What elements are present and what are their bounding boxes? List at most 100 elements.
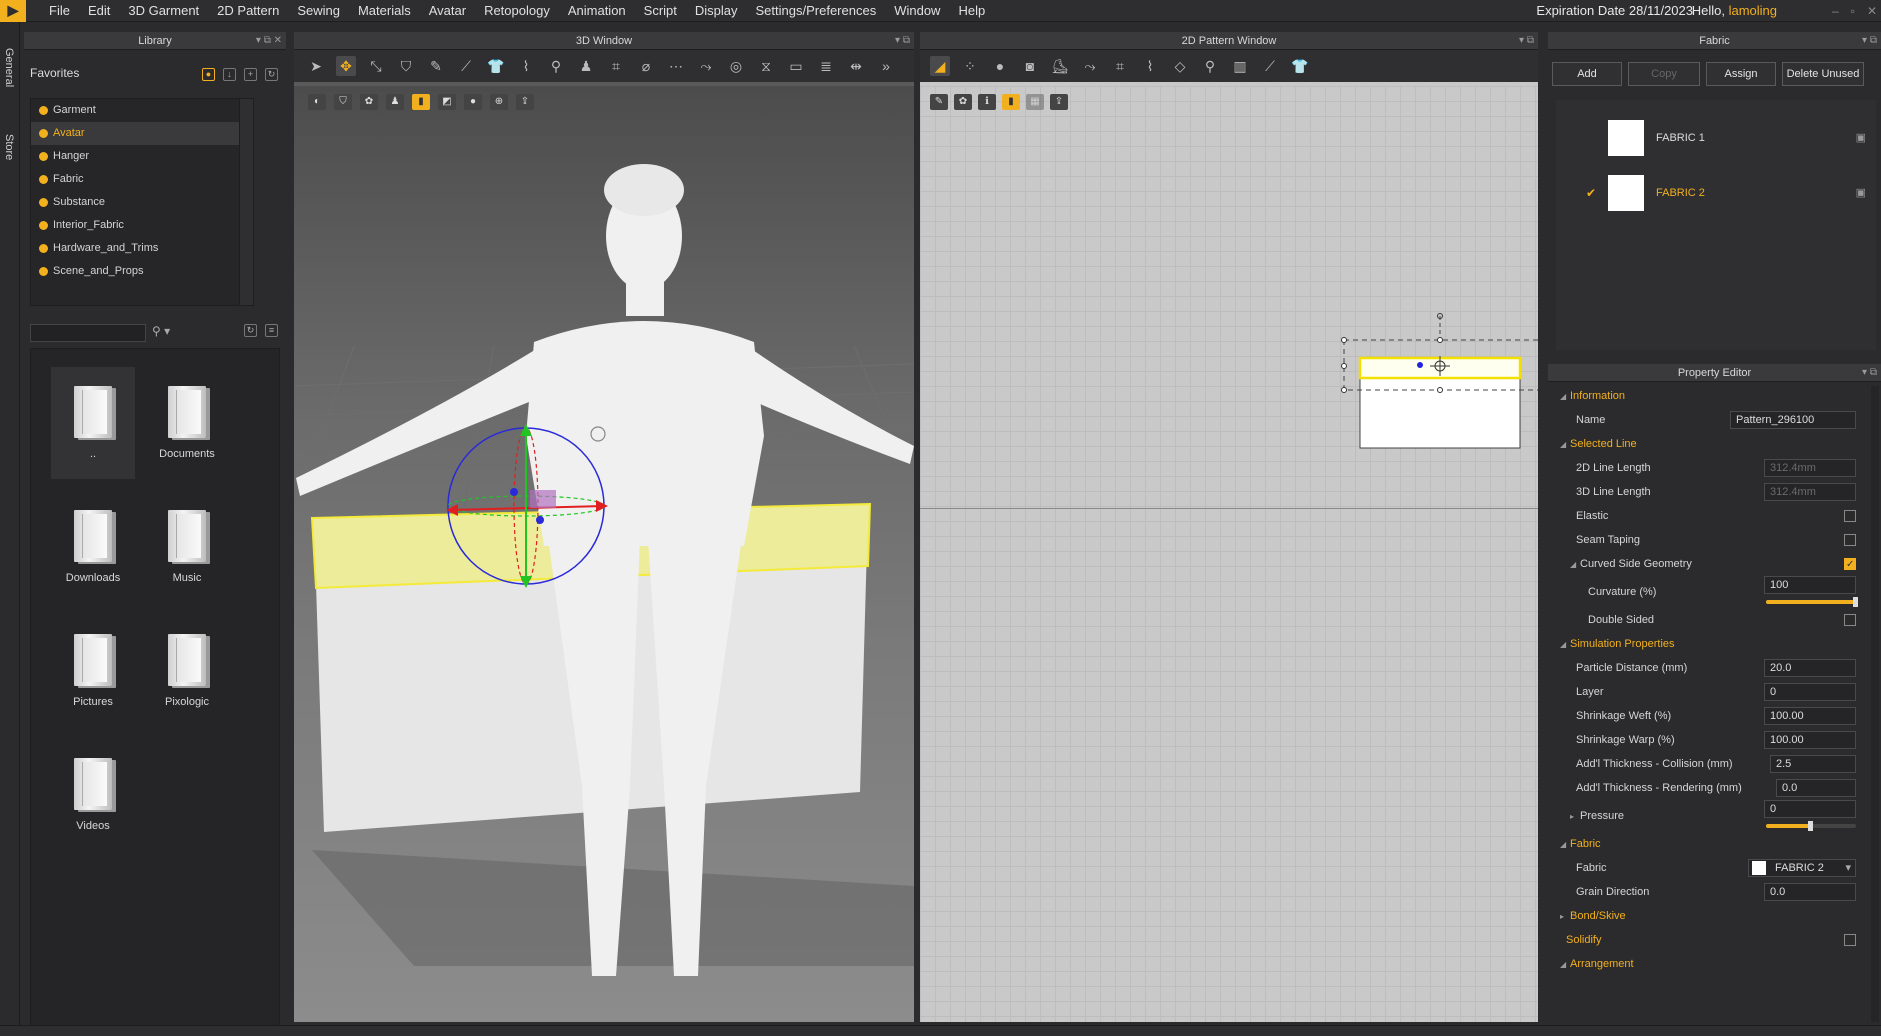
shirt-icon[interactable]: 👕 (486, 56, 506, 76)
edit-icon[interactable]: ✎ (426, 56, 446, 76)
collapse-icon[interactable]: ◢ (1560, 385, 1570, 409)
section-simulation[interactable]: ◢ Simulation Properties (1548, 632, 1868, 656)
folder-item[interactable]: Downloads (51, 491, 135, 603)
elastic-checkbox[interactable] (1844, 510, 1856, 522)
fold-2d-icon[interactable]: ◇ (1170, 56, 1190, 76)
menu-2d-pattern[interactable]: 2D Pattern (208, 0, 288, 22)
thickness-rendering-field[interactable]: 0.0 (1776, 779, 1856, 797)
app-logo-icon[interactable]: ▶ (0, 0, 26, 22)
dart-icon[interactable]: ⛸ (1050, 56, 1070, 76)
favorite-item[interactable]: Hanger (31, 145, 253, 168)
folder-item[interactable]: Music (145, 491, 229, 603)
collapse-icon[interactable]: ◢ (1570, 553, 1580, 577)
garment-icon[interactable]: ⛉ (396, 56, 416, 76)
pressure-slider[interactable] (1766, 821, 1856, 831)
seam-icon[interactable]: ⤳ (696, 56, 716, 76)
pressure-field[interactable]: 0 (1764, 800, 1856, 818)
user-greeting[interactable]: Hello, lamoling (1692, 0, 1777, 22)
internal-shape-icon[interactable]: ◙ (1020, 56, 1040, 76)
fabric-select[interactable]: FABRIC 2 ▾ (1748, 859, 1856, 877)
name-field[interactable]: Pattern_296100 (1730, 411, 1856, 429)
search-icon[interactable]: ⚲ ▾ (152, 324, 170, 338)
line-icon[interactable]: ⟋ (456, 56, 476, 76)
shrinkage-weft-field[interactable]: 100.00 (1764, 707, 1856, 725)
transform-pattern-icon[interactable]: ◢ (930, 56, 950, 76)
edit-sewing-icon[interactable]: ⌇ (1140, 56, 1160, 76)
refresh-icon[interactable]: ↻ (244, 324, 257, 337)
transform-icon[interactable]: ⤡ (366, 56, 386, 76)
edit-point-icon[interactable]: ⁘ (960, 56, 980, 76)
close-icon[interactable]: ✕ (1867, 4, 1877, 18)
curved-side-checkbox[interactable] (1844, 553, 1856, 577)
circle-icon[interactable]: ● (990, 56, 1010, 76)
collapse-icon[interactable]: ◢ (1560, 633, 1570, 657)
grain-direction-field[interactable]: 0.0 (1764, 883, 1856, 901)
layer-field[interactable]: 0 (1764, 683, 1856, 701)
select-tool-icon[interactable]: ➤ (306, 56, 326, 76)
restore-icon[interactable]: ▫ (1851, 4, 1855, 18)
menu-file[interactable]: File (40, 0, 79, 22)
shrinkage-warp-field[interactable]: 100.00 (1764, 731, 1856, 749)
double-sided-checkbox[interactable] (1844, 614, 1856, 626)
menu-avatar[interactable]: Avatar (420, 0, 475, 22)
folder-item[interactable]: Documents (145, 367, 229, 479)
favorite-item[interactable]: Interior_Fabric (31, 214, 253, 237)
seam-taping-checkbox[interactable] (1844, 534, 1856, 546)
assign-fabric-button[interactable]: Assign (1706, 62, 1776, 86)
avatar-icon[interactable]: ♟ (576, 56, 596, 76)
arrange-icon[interactable]: ⇹ (846, 56, 866, 76)
pin-icon[interactable]: ⚲ (546, 56, 566, 76)
pivot-point[interactable] (1417, 362, 1423, 368)
layer-icon[interactable]: ≣ (816, 56, 836, 76)
menu-3d-garment[interactable]: 3D Garment (119, 0, 208, 22)
measure-icon[interactable]: ⌀ (636, 56, 656, 76)
texture-2d-icon[interactable]: ▥ (1230, 56, 1250, 76)
pressure-knob[interactable] (1808, 821, 1813, 831)
fabric-item-selected[interactable]: ✔ FABRIC 2 ▣ (1556, 165, 1876, 220)
brush-icon[interactable]: ⌇ (516, 56, 536, 76)
panel-menu-icon[interactable]: ▾ ⧉ (1862, 32, 1877, 50)
free-sewing-icon[interactable]: ⌗ (1110, 56, 1130, 76)
menu-animation[interactable]: Animation (559, 0, 635, 22)
favorite-item[interactable]: Avatar (31, 122, 253, 145)
copy-fabric-button[interactable]: Copy (1628, 62, 1700, 86)
collapse-icon[interactable]: ◢ (1560, 953, 1570, 977)
menu-window[interactable]: Window (885, 0, 949, 22)
username[interactable]: lamoling (1729, 3, 1777, 18)
minimize-icon[interactable]: – (1832, 4, 1839, 18)
solidify-checkbox[interactable] (1844, 934, 1856, 946)
section-fabric[interactable]: ◢ Fabric (1548, 832, 1868, 856)
panel-menu-icon[interactable]: ▾ ⧉ (1862, 364, 1877, 382)
expand-icon[interactable]: » (876, 56, 896, 76)
save-icon[interactable]: ▣ (1856, 186, 1866, 199)
tab-general[interactable]: General (3, 48, 15, 87)
section-bond-skive[interactable]: ▸ Bond/Skive (1548, 904, 1868, 928)
panel-menu-icon[interactable]: ▾ ⧉ (1519, 32, 1534, 50)
viewport-2d[interactable]: ✎ ✿ ℹ ▮ ▦ ⇪ (920, 86, 1538, 1022)
panel-menu-icon[interactable]: ▾ ⧉ ✕ (256, 32, 282, 50)
favorite-item[interactable]: Fabric (31, 168, 253, 191)
handle-tl[interactable] (1341, 337, 1347, 343)
section-information[interactable]: ◢ Information (1548, 384, 1868, 408)
list-view-icon[interactable]: ≡ (265, 324, 278, 337)
menu-help[interactable]: Help (949, 0, 994, 22)
button-icon[interactable]: ◎ (726, 56, 746, 76)
folder-item[interactable]: Pixologic (145, 615, 229, 727)
fold-icon[interactable]: ⌗ (606, 56, 626, 76)
move-tool-icon[interactable]: ✥ (336, 56, 356, 76)
menu-retopology[interactable]: Retopology (475, 0, 559, 22)
stitch-icon[interactable]: ⋯ (666, 56, 686, 76)
refresh-icon[interactable]: ↻ (265, 68, 278, 81)
menu-settings-preferences[interactable]: Settings/Preferences (747, 0, 886, 22)
expand-icon[interactable]: ▸ (1560, 905, 1570, 929)
segment-sewing-icon[interactable]: ⤳ (1080, 56, 1100, 76)
thickness-collision-field[interactable]: 2.5 (1770, 755, 1856, 773)
menu-sewing[interactable]: Sewing (288, 0, 349, 22)
favorite-item[interactable]: Hardware_and_Trims (31, 237, 253, 260)
menu-display[interactable]: Display (686, 0, 747, 22)
elastic-icon[interactable]: ⟋ (1260, 56, 1280, 76)
favorites-scrollbar[interactable] (239, 99, 253, 305)
section-selected-line[interactable]: ◢ Selected Line (1548, 432, 1868, 456)
add-fabric-button[interactable]: Add (1552, 62, 1622, 86)
library-search-input[interactable] (30, 324, 146, 342)
